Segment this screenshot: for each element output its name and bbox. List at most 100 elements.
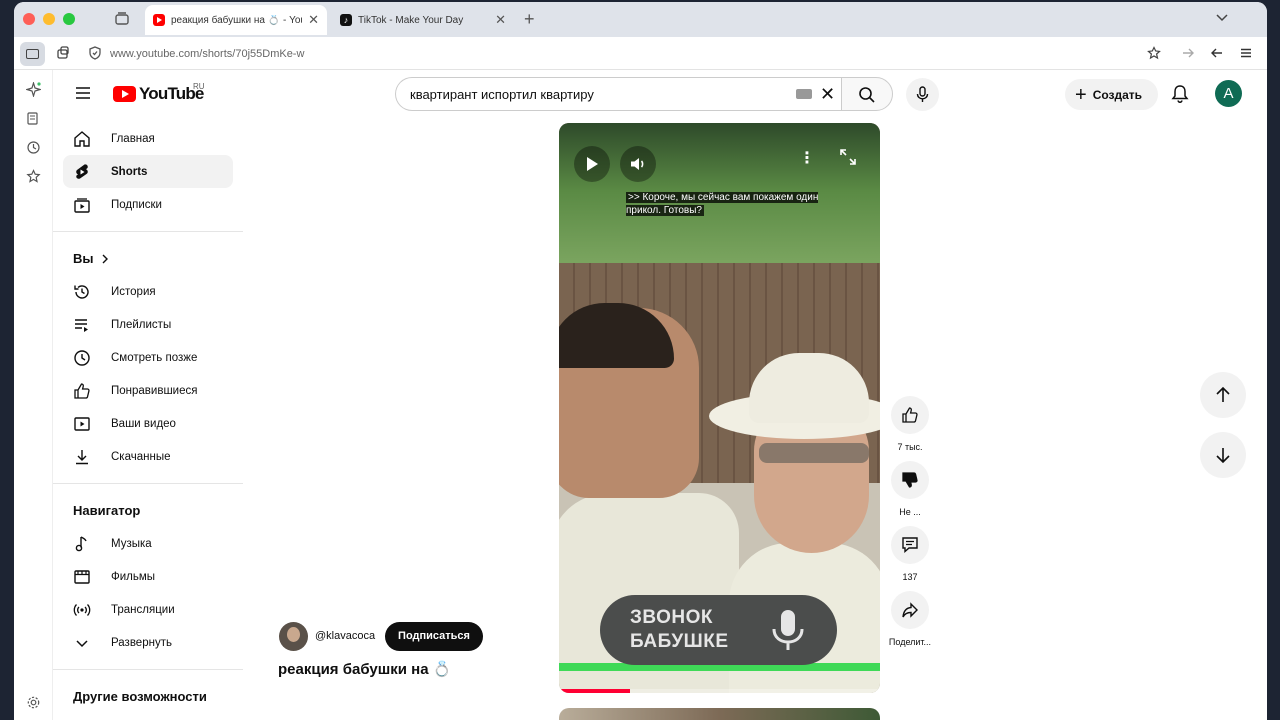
play-button[interactable]: [574, 146, 610, 182]
close-tab-icon[interactable]: ✕: [495, 12, 506, 28]
search-button[interactable]: [841, 77, 893, 111]
channel-handle[interactable]: @klavacoca: [315, 630, 375, 642]
sidebar-item-label: Развернуть: [111, 636, 172, 649]
region-code: RU: [193, 82, 205, 91]
shorts-video-player[interactable]: >> Короче, мы сейчас вам покажем один пр…: [559, 123, 880, 693]
comments-action[interactable]: 137: [890, 526, 930, 582]
browser-window: реакция бабушки на 💍 - YouTube ✕ ♪ TikTo…: [14, 2, 1267, 720]
next-short-preview[interactable]: [559, 708, 880, 720]
thumbs-down-icon: [902, 472, 918, 488]
youtube-logo[interactable]: YouTube RU: [113, 82, 205, 104]
chevron-down-icon[interactable]: [1215, 10, 1229, 24]
channel-avatar[interactable]: [279, 622, 308, 651]
sidebar-item-expand[interactable]: Развернуть: [53, 626, 243, 659]
thumbs-up-icon: [74, 382, 90, 399]
maximize-window-button[interactable]: [63, 13, 75, 25]
dislike-action[interactable]: Не ...: [890, 461, 930, 517]
next-short-button[interactable]: [1200, 432, 1246, 478]
fullscreen-icon[interactable]: [840, 149, 856, 165]
extensions-icon[interactable]: [56, 46, 70, 60]
chevron-down-icon: [76, 639, 88, 647]
menu-icon[interactable]: [1239, 46, 1253, 60]
volume-button[interactable]: [620, 146, 656, 182]
sidebar-item-liked[interactable]: Понравившиеся: [53, 374, 243, 407]
sidebar-item-subscriptions[interactable]: Подписки: [53, 188, 243, 221]
back-arrow-icon[interactable]: [1210, 46, 1224, 60]
home-icon: [74, 130, 90, 147]
forward-arrow-icon[interactable]: [1181, 46, 1195, 60]
music-icon: [75, 535, 87, 551]
section-title: Другие возможности: [73, 689, 207, 704]
sidebar-item-your-videos[interactable]: Ваши видео: [53, 407, 243, 440]
sidebar-item-label: Плейлисты: [111, 318, 172, 331]
comments-button[interactable]: [891, 526, 929, 564]
more-options-icon[interactable]: ⋮: [799, 148, 815, 168]
video-progress-fill: [559, 689, 630, 693]
shield-icon[interactable]: [88, 46, 102, 60]
like-action[interactable]: 7 тыс.: [890, 396, 930, 452]
previous-short-button[interactable]: [1200, 372, 1246, 418]
tab-strip: реакция бабушки на 💍 - YouTube ✕ ♪ TikTo…: [14, 2, 1267, 37]
tab-youtube[interactable]: реакция бабушки на 💍 - YouTube ✕: [145, 5, 327, 35]
subscribe-button[interactable]: Подписаться: [385, 622, 483, 651]
hamburger-menu-icon[interactable]: [75, 86, 91, 100]
history-icon: [74, 284, 89, 299]
sidebar-item-playlists[interactable]: Плейлисты: [53, 308, 243, 341]
search-box[interactable]: ✕: [395, 77, 841, 111]
playlists-icon: [75, 318, 88, 332]
microphone-icon: [916, 86, 929, 102]
notifications-bell-icon[interactable]: [1171, 84, 1189, 104]
close-window-button[interactable]: [23, 13, 35, 25]
sidebar-item-shorts[interactable]: Shorts: [63, 155, 233, 188]
sidebar-item-watch-later[interactable]: Смотреть позже: [53, 341, 243, 374]
keyboard-icon[interactable]: [796, 89, 812, 99]
reading-list-icon[interactable]: [26, 111, 41, 126]
sidebar-item-label: Подписки: [111, 198, 162, 211]
sidebar-item-films[interactable]: Фильмы: [53, 560, 243, 593]
bookmark-star-icon[interactable]: [1147, 46, 1161, 60]
divider: [53, 483, 243, 484]
sidebar-item-label: Трансляции: [111, 603, 175, 616]
close-tab-icon[interactable]: ✕: [308, 12, 319, 28]
tab-overview-icon[interactable]: [114, 11, 130, 27]
you-section-heading[interactable]: Вы: [53, 242, 243, 275]
subscriptions-icon: [74, 197, 90, 213]
voice-search-button[interactable]: [906, 78, 939, 111]
like-count: 7 тыс.: [897, 442, 923, 452]
search-input[interactable]: [410, 87, 770, 102]
history-icon[interactable]: [26, 140, 41, 155]
like-button[interactable]: [891, 396, 929, 434]
create-button[interactable]: + Создать: [1065, 79, 1158, 110]
tab-title: реакция бабушки на 💍 - YouTube: [171, 14, 302, 26]
arrow-up-icon: [1216, 386, 1230, 402]
settings-gear-icon[interactable]: [26, 695, 41, 710]
microphone-icon: [772, 610, 804, 650]
film-icon: [74, 569, 90, 584]
sidebar-item-music[interactable]: Музыка: [53, 527, 243, 560]
sidebar-item-home[interactable]: Главная: [53, 122, 243, 155]
new-tab-button[interactable]: +: [524, 9, 535, 30]
sidebar-item-downloads[interactable]: Скачанные: [53, 440, 243, 473]
url-field[interactable]: www.youtube.com/shorts/70j55DmKe-w: [110, 48, 304, 60]
sidebar-item-label: Главная: [111, 132, 155, 145]
share-button[interactable]: [891, 591, 929, 629]
account-avatar[interactable]: A: [1215, 80, 1242, 107]
search-icon: [859, 87, 875, 103]
sidebar-item-live[interactable]: Трансляции: [53, 593, 243, 626]
sidebar-item-history[interactable]: История: [53, 275, 243, 308]
dislike-button[interactable]: [891, 461, 929, 499]
video-progress-bar[interactable]: [559, 689, 880, 693]
youtube-sidebar: Главная Shorts Подписки Вы История Плейл…: [53, 122, 243, 713]
sparkle-icon[interactable]: [26, 82, 41, 97]
favorites-star-icon[interactable]: [26, 169, 41, 184]
sidebar-toggle-button[interactable]: [20, 42, 45, 66]
clear-search-icon[interactable]: ✕: [820, 84, 835, 105]
sidebar-item-label: Смотреть позже: [111, 351, 198, 364]
watch-later-icon: [74, 349, 90, 366]
tab-tiktok[interactable]: ♪ TikTok - Make Your Day ✕: [332, 5, 514, 35]
minimize-window-button[interactable]: [43, 13, 55, 25]
tiktok-favicon-icon: ♪: [340, 14, 352, 26]
share-action[interactable]: Поделит...: [889, 591, 931, 647]
plus-icon: +: [1075, 83, 1087, 106]
shorts-icon: [76, 163, 88, 179]
